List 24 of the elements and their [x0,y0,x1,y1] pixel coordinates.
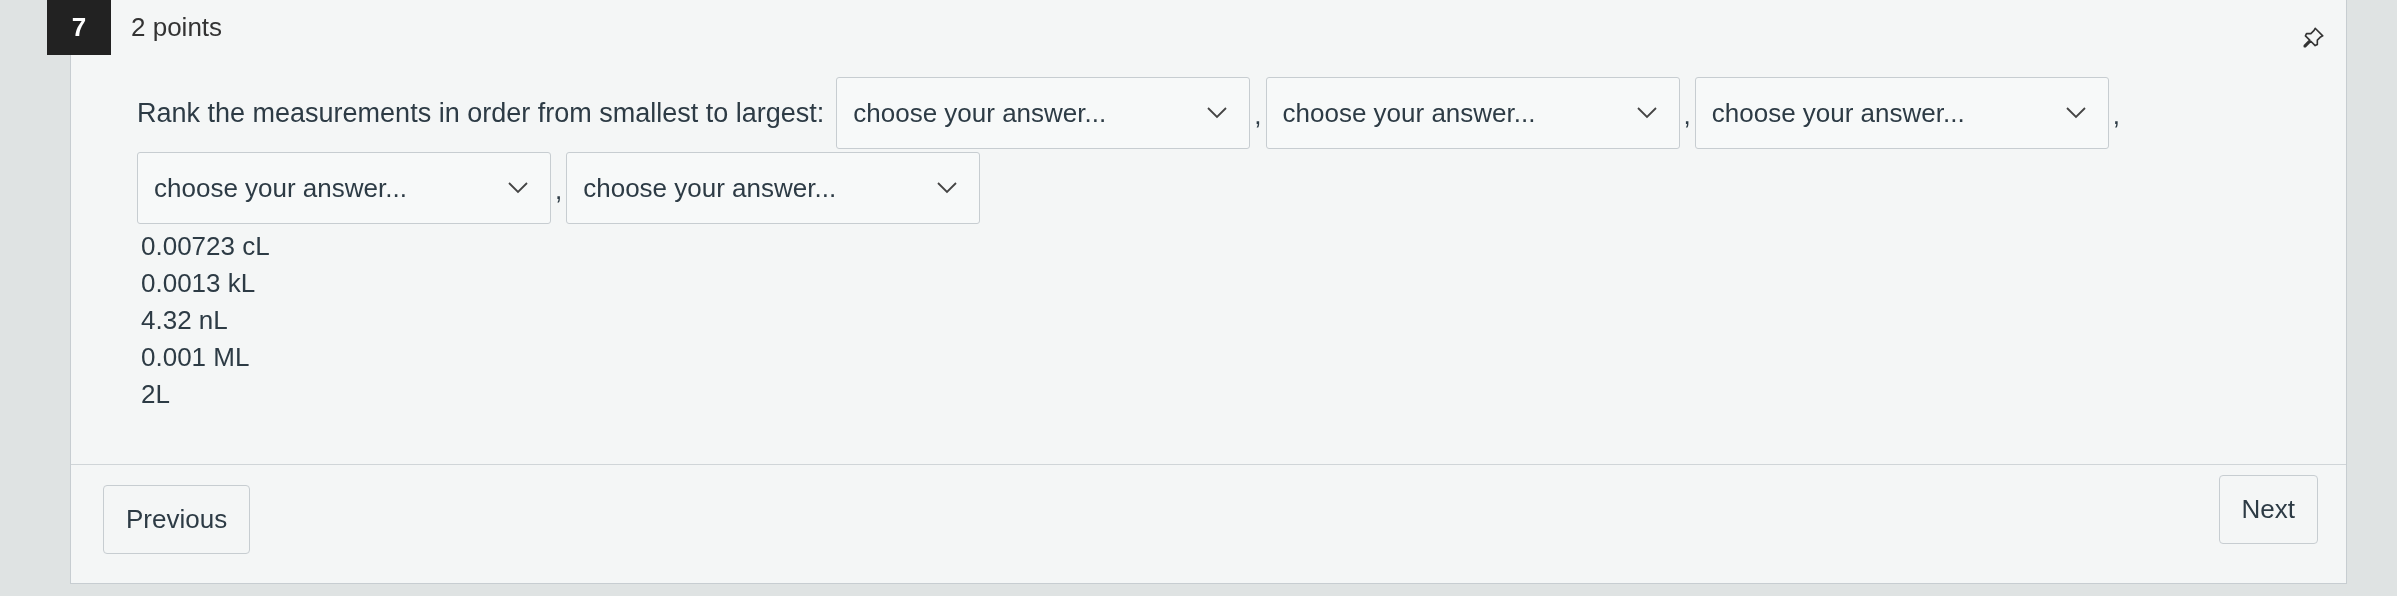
measurement-item: 0.00723 cL [141,230,271,263]
chevron-down-icon [1636,107,1657,119]
answer-dropdown[interactable]: choose your answer... [1694,77,2109,149]
measurement-item: 0.001 ML [141,341,251,374]
comma-separator: , [2111,100,2121,132]
measurement-item: 0.0013 kL [141,267,257,300]
chevron-down-icon [2065,107,2086,119]
answer-dropdown[interactable]: choose your answer... [137,152,551,224]
comma-separator: , [554,175,564,207]
previous-button[interactable]: Previous [103,485,251,554]
answer-dropdown[interactable]: choose your answer... [836,77,1251,149]
comma-separator: , [1253,100,1263,132]
chevron-down-icon [508,182,528,194]
measurement-item: 4.32 nL [141,304,229,337]
answer-dropdown[interactable]: choose your answer... [1265,77,1680,149]
comma-separator: , [1682,100,1692,132]
next-button[interactable]: Next [2218,475,2318,544]
question-prompt: Rank the measurements in order from smallest to largest: [137,98,825,130]
points-label: 2 points [131,12,223,43]
question-number: 7 [47,0,111,55]
measurement-item: 2L [141,378,171,411]
chevron-down-icon [937,182,958,194]
answer-dropdown[interactable]: choose your answer... [566,152,981,224]
chevron-down-icon [1207,107,1228,119]
